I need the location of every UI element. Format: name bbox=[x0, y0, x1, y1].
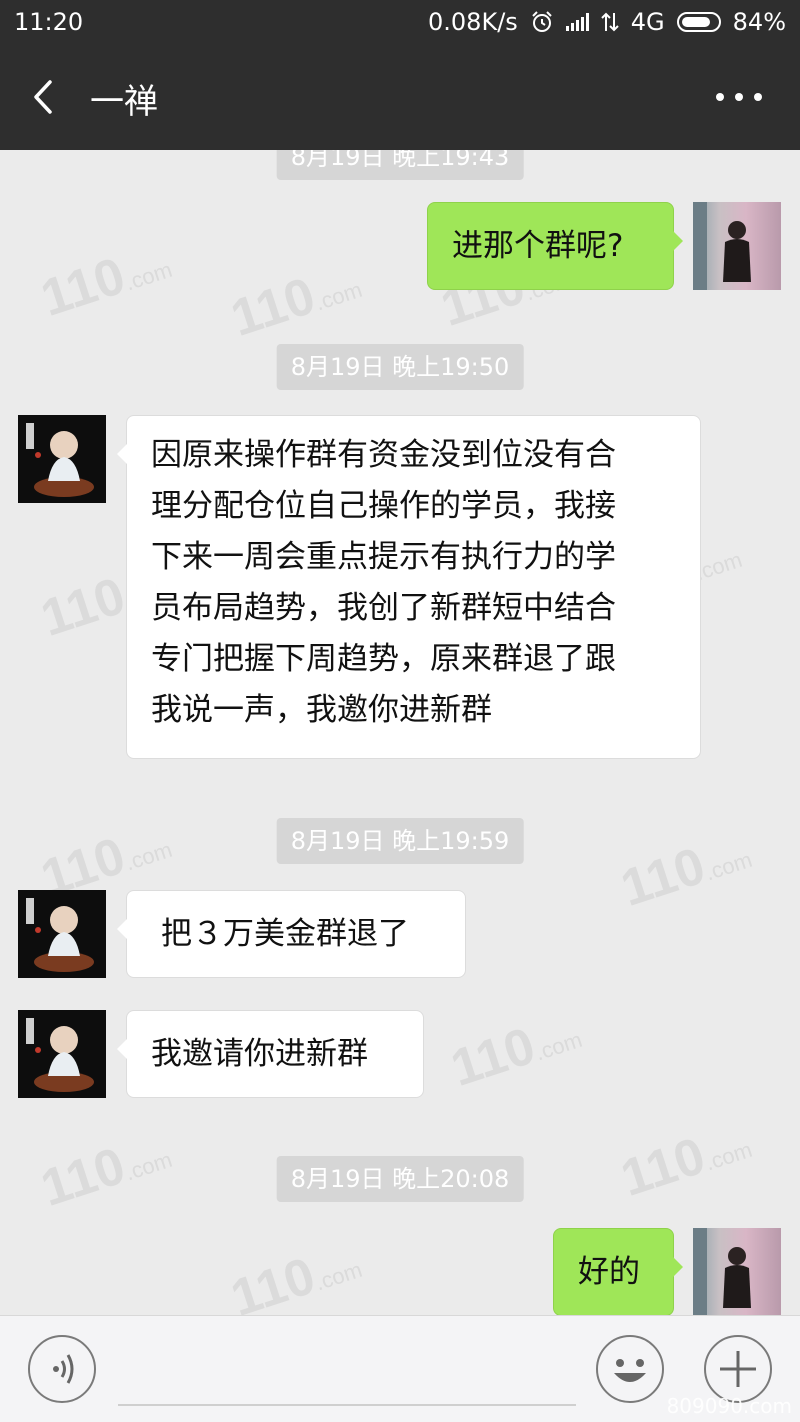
message-line: 我说一声，我邀你进新群 bbox=[151, 692, 492, 728]
message-line: 下来一周会重点提示有执行力的学 bbox=[151, 539, 616, 575]
watermark: 110.com bbox=[224, 266, 366, 348]
watermark: 110.com bbox=[444, 1016, 586, 1098]
more-dot bbox=[754, 93, 762, 101]
monk-figure-icon bbox=[18, 415, 106, 503]
watermark: 110.com bbox=[614, 1126, 756, 1208]
monk-figure-icon bbox=[18, 1010, 106, 1098]
back-button[interactable] bbox=[20, 72, 70, 122]
person-photo-icon bbox=[693, 1228, 751, 1315]
voice-icon bbox=[53, 1354, 74, 1384]
message-timestamp: 8月19日 晚上19:50 bbox=[276, 344, 524, 390]
avatar-self[interactable] bbox=[693, 1228, 781, 1315]
data-transfer-icon bbox=[601, 12, 619, 32]
message-line: 理分配仓位自己操作的学员，我接 bbox=[151, 488, 616, 524]
message-timestamp: 8月19日 晚上20:08 bbox=[276, 1156, 524, 1202]
more-functions-button[interactable] bbox=[704, 1335, 772, 1403]
corner-watermark: 809090.com bbox=[666, 1394, 792, 1418]
chat-title: 一禅 bbox=[90, 82, 158, 122]
signal-icon bbox=[565, 13, 589, 31]
outgoing-message-bubble[interactable]: 好的 bbox=[553, 1228, 683, 1315]
avatar-contact[interactable] bbox=[18, 415, 106, 503]
more-dot bbox=[735, 93, 743, 101]
incoming-message-bubble[interactable]: 我邀请你进新群 bbox=[117, 1010, 424, 1098]
message-line: 专门把握下周趋势，原来群退了跟 bbox=[151, 641, 616, 677]
incoming-message-bubble[interactable]: 把３万美金群退了 bbox=[117, 890, 466, 978]
watermark: 110.com bbox=[224, 1246, 366, 1315]
status-time: 11:20 bbox=[14, 8, 84, 36]
avatar-self[interactable] bbox=[693, 202, 781, 290]
more-button[interactable] bbox=[716, 82, 762, 112]
battery-percent: 84% bbox=[732, 8, 786, 36]
chevron-left-icon bbox=[34, 80, 52, 114]
voice-button[interactable] bbox=[28, 1335, 96, 1403]
battery-fill bbox=[681, 17, 711, 27]
monk-figure-icon bbox=[18, 890, 106, 978]
incoming-message-bubble[interactable]: 因原来操作群有资金没到位没有合 理分配仓位自己操作的学员，我接 下来一周会重点提… bbox=[117, 415, 701, 759]
status-indicators: 0.08K/s 4G 84% bbox=[428, 8, 786, 36]
net-speed: 0.08K/s bbox=[428, 8, 518, 36]
message-timestamp: 8月19日 晚上19:59 bbox=[276, 818, 524, 864]
watermark: 110.com bbox=[614, 836, 756, 918]
avatar-contact[interactable] bbox=[18, 890, 106, 978]
title-bar: 一禅 bbox=[0, 46, 800, 150]
status-bar: 11:20 0.08K/s 4G 84% bbox=[0, 0, 800, 46]
avatar-contact[interactable] bbox=[18, 1010, 106, 1098]
watermark: 110.com bbox=[34, 246, 176, 328]
chat-area[interactable]: 110.com 110.com 110.com 110.com 110.com … bbox=[0, 150, 800, 1315]
network-type: 4G bbox=[630, 8, 665, 36]
watermark: 110.com bbox=[34, 1136, 176, 1218]
plus-icon bbox=[720, 1351, 756, 1387]
input-bar: 809090.com bbox=[0, 1315, 800, 1422]
emoji-button[interactable] bbox=[596, 1335, 664, 1403]
battery-icon bbox=[676, 12, 721, 32]
message-line: 员布局趋势，我创了新群短中结合 bbox=[151, 590, 616, 626]
message-timestamp: 8月19日 晚上19:43 bbox=[276, 150, 524, 180]
message-input[interactable] bbox=[118, 1340, 576, 1406]
more-dots-icon bbox=[716, 93, 724, 101]
alarm-icon bbox=[532, 11, 552, 32]
person-photo-icon bbox=[693, 202, 751, 290]
emoji-icon bbox=[614, 1359, 646, 1382]
message-line: 因原来操作群有资金没到位没有合 bbox=[151, 437, 616, 473]
outgoing-message-bubble[interactable]: 进那个群呢? bbox=[427, 202, 683, 290]
